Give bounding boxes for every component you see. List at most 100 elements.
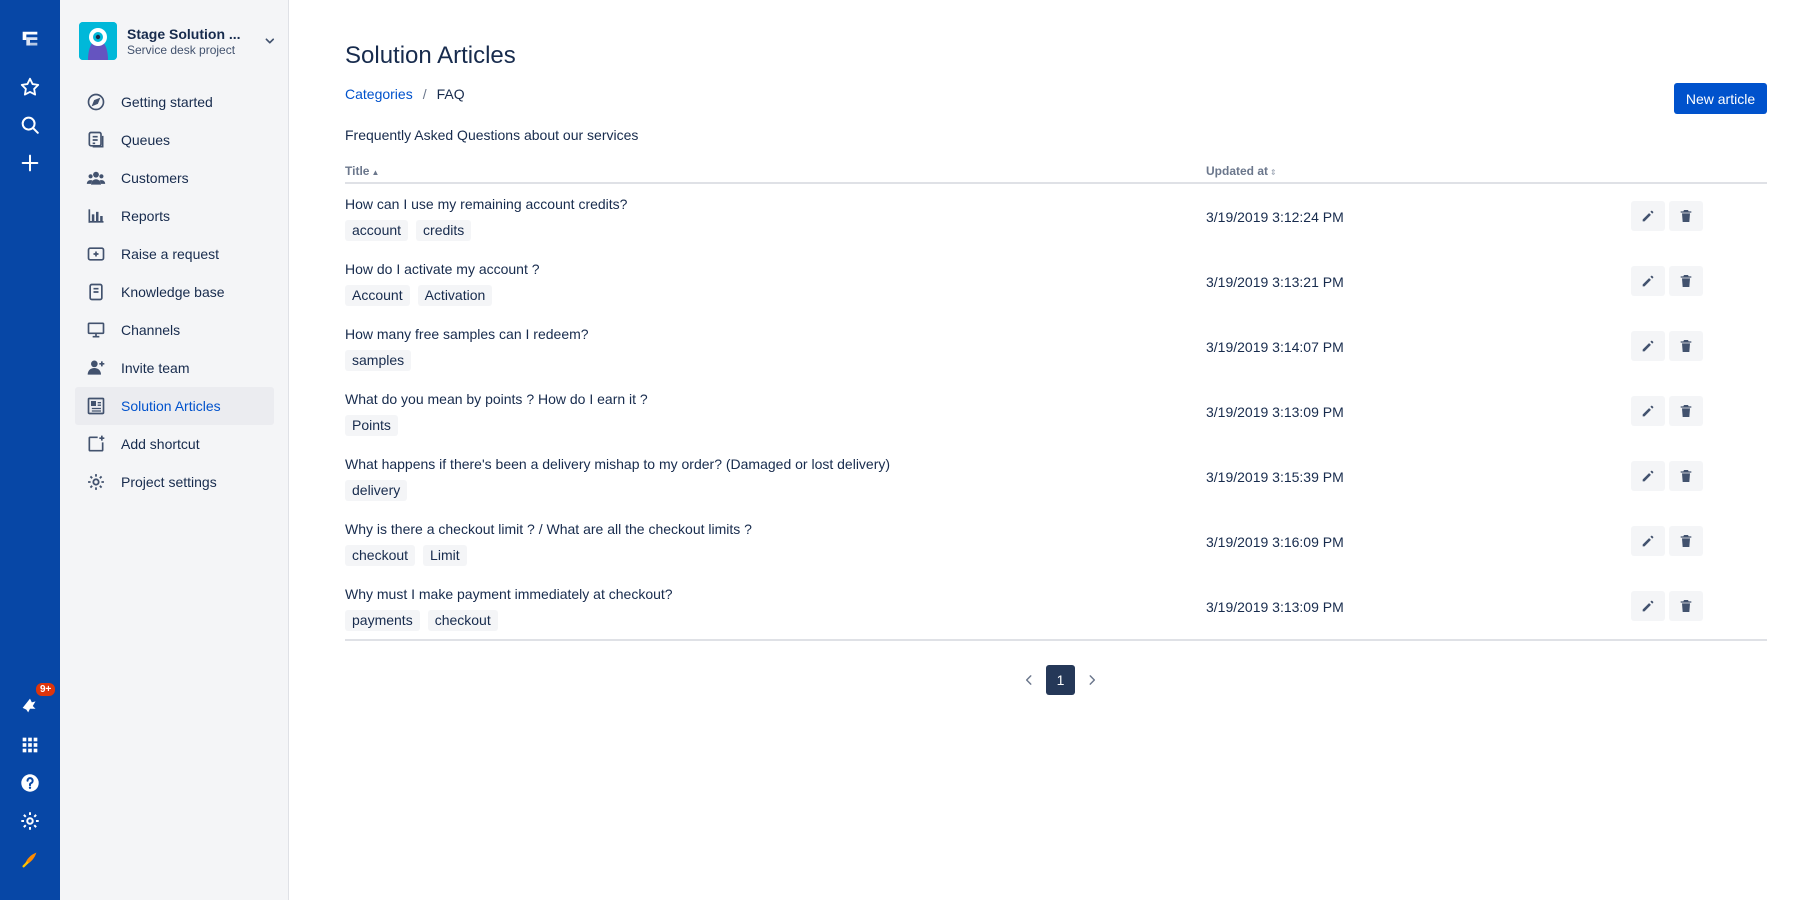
page-button-current[interactable]: 1 (1046, 665, 1075, 695)
sidebar-item-knowledge-base[interactable]: Knowledge base (75, 273, 274, 311)
sidebar-item-label: Invite team (121, 360, 190, 376)
article-tag[interactable]: Activation (417, 285, 493, 306)
pencil-icon (1640, 533, 1656, 549)
search-icon[interactable] (12, 107, 48, 143)
sidebar-item-channels[interactable]: Channels (75, 311, 274, 349)
article-tags: checkout Limit (345, 545, 475, 566)
pencil-icon (1640, 273, 1656, 289)
sidebar-item-invite-team[interactable]: Invite team (75, 349, 274, 387)
sidebar-item-reports[interactable]: Reports (75, 197, 274, 235)
article-tag[interactable]: delivery (345, 480, 408, 501)
star-icon[interactable] (12, 69, 48, 105)
article-tag[interactable]: Account (345, 285, 410, 306)
project-sidebar: Stage Solution ... Service desk project … (60, 0, 289, 900)
article-title[interactable]: What happens if there's been a delivery … (345, 456, 890, 472)
edit-article-button[interactable] (1631, 201, 1665, 231)
article-tag[interactable]: payments (345, 610, 420, 631)
breadcrumb-separator: / (422, 86, 427, 102)
article-updated-at: 3/19/2019 3:14:07 PM (1206, 339, 1344, 355)
article-tags: Points (345, 415, 406, 436)
pencil-icon (1640, 468, 1656, 484)
article-tag[interactable]: checkout (345, 545, 416, 566)
notifications-icon[interactable]: 9+ (12, 681, 58, 724)
profile-avatar-icon[interactable] (12, 841, 48, 877)
pencil-icon (1640, 598, 1656, 614)
article-tags: delivery (345, 480, 415, 501)
jira-logo-icon[interactable] (12, 22, 48, 58)
edit-article-button[interactable] (1631, 331, 1665, 361)
page-title: Solution Articles (345, 42, 516, 69)
article-updated-at: 3/19/2019 3:13:21 PM (1206, 274, 1344, 290)
trash-icon (1678, 533, 1694, 549)
delete-article-button[interactable] (1669, 396, 1703, 426)
edit-article-button[interactable] (1631, 396, 1665, 426)
trash-icon (1678, 273, 1694, 289)
article-title[interactable]: How many free samples can I redeem? (345, 326, 589, 342)
sidebar-item-queues[interactable]: Queues (75, 121, 274, 159)
article-tag[interactable]: Points (345, 415, 398, 436)
table-footer-rule (345, 639, 1767, 641)
article-tags: Account Activation (345, 285, 500, 306)
edit-article-button[interactable] (1631, 461, 1665, 491)
sidebar-item-solution-articles[interactable]: Solution Articles (75, 387, 274, 425)
trash-icon (1678, 403, 1694, 419)
sort-ascending-icon: ▲ (371, 168, 380, 177)
project-type: Service desk project (127, 42, 236, 57)
article-tag[interactable]: checkout (427, 610, 498, 631)
plus-icon[interactable] (12, 145, 48, 181)
article-tag[interactable]: credits (416, 220, 472, 241)
table-row: What happens if there's been a delivery … (345, 444, 1767, 509)
sidebar-item-raise-request[interactable]: Raise a request (75, 235, 274, 273)
delete-article-button[interactable] (1669, 461, 1703, 491)
queues-icon (85, 129, 107, 151)
solution-articles-icon (85, 395, 107, 417)
sidebar-item-label: Add shortcut (121, 436, 200, 452)
delete-article-button[interactable] (1669, 331, 1703, 361)
delete-article-button[interactable] (1669, 526, 1703, 556)
sidebar-item-getting-started[interactable]: Getting started (75, 83, 274, 121)
edit-article-button[interactable] (1631, 591, 1665, 621)
app-switcher-icon[interactable] (12, 727, 48, 763)
article-tag[interactable]: account (345, 220, 409, 241)
delete-article-button[interactable] (1669, 591, 1703, 621)
sidebar-item-label: Getting started (121, 94, 213, 110)
article-title[interactable]: How do I activate my account ? (345, 261, 540, 277)
sidebar-item-label: Project settings (121, 474, 217, 490)
breadcrumb-categories-link[interactable]: Categories (345, 86, 413, 102)
article-title[interactable]: Why is there a checkout limit ? / What a… (345, 521, 752, 537)
table-row: Why must I make payment immediately at c… (345, 574, 1767, 639)
article-title[interactable]: How can I use my remaining account credi… (345, 196, 627, 212)
article-tags: payments checkout (345, 610, 506, 631)
new-article-button[interactable]: New article (1674, 83, 1767, 114)
edit-article-button[interactable] (1631, 526, 1665, 556)
next-page-icon[interactable] (1080, 665, 1104, 695)
article-tag[interactable]: samples (345, 350, 412, 371)
article-title[interactable]: What do you mean by points ? How do I ea… (345, 391, 648, 407)
delete-article-button[interactable] (1669, 201, 1703, 231)
table-row: How do I activate my account ? Account Act… (345, 249, 1767, 314)
project-switcher[interactable]: Stage Solution ... Service desk project (79, 21, 277, 61)
column-header-updated[interactable]: Updated at ⇕ (1206, 164, 1277, 178)
settings-icon[interactable] (12, 803, 48, 839)
project-avatar (79, 22, 117, 60)
help-icon[interactable] (12, 765, 48, 801)
article-updated-at: 3/19/2019 3:13:09 PM (1206, 404, 1344, 420)
article-title[interactable]: Why must I make payment immediately at c… (345, 586, 673, 602)
sort-unsorted-icon: ⇕ (1270, 168, 1277, 177)
raise-request-icon (85, 243, 107, 265)
article-tag[interactable]: Limit (423, 545, 467, 566)
previous-page-icon[interactable] (1017, 665, 1041, 695)
sidebar-item-label: Customers (121, 170, 189, 186)
edit-article-button[interactable] (1631, 266, 1665, 296)
sidebar-item-customers[interactable]: Customers (75, 159, 274, 197)
trash-icon (1678, 598, 1694, 614)
sidebar-item-label: Channels (121, 322, 181, 338)
sidebar-item-project-settings[interactable]: Project settings (75, 463, 274, 501)
sidebar-item-add-shortcut[interactable]: Add shortcut (75, 425, 274, 463)
column-header-title[interactable]: Title ▲ (345, 164, 379, 178)
reports-icon (85, 205, 107, 227)
chevron-down-icon (265, 38, 275, 44)
delete-article-button[interactable] (1669, 266, 1703, 296)
gear-icon (85, 471, 107, 493)
article-updated-at: 3/19/2019 3:13:09 PM (1206, 599, 1344, 615)
